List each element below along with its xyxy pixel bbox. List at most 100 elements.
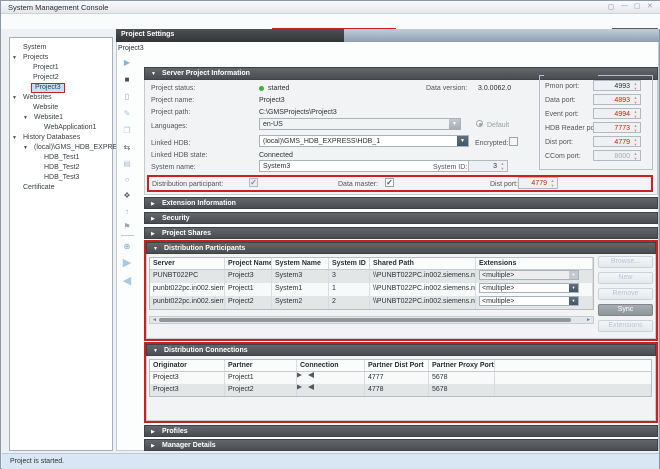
copy-project-icon[interactable]: ❐ [119, 126, 135, 136]
save-project-icon[interactable]: ▤ [119, 159, 135, 169]
tree-item-projects[interactable]: Projects [23, 53, 48, 63]
distribution-participant-checkbox[interactable]: ✓ [249, 178, 258, 187]
close-button[interactable]: ✕ [647, 2, 653, 10]
chevron-right-icon: ▶ [151, 443, 155, 449]
spinner-arrows-icon[interactable]: ▲▼ [632, 96, 639, 105]
start-website-icon[interactable]: ▶ [119, 257, 135, 269]
horizontal-scrollbar[interactable]: ◄ ► [149, 316, 594, 324]
scrollbar-thumb[interactable] [159, 318, 571, 322]
spinner-arrows-icon[interactable]: ▲▼ [549, 179, 556, 188]
spinner-arrows-icon[interactable]: ▲▼ [632, 138, 639, 147]
extensions-button[interactable]: Extensions [598, 320, 653, 332]
tab-project-settings[interactable]: Project Settings [116, 29, 344, 42]
tree-item-certificate[interactable]: Certificate [23, 183, 55, 193]
tree-item-hdb-test1[interactable]: HDB_Test1 [44, 153, 79, 163]
tree-item-hdb-test2[interactable]: HDB_Test2 [44, 163, 79, 173]
edit-project-icon[interactable]: ✎ [119, 109, 135, 119]
scroll-left-icon[interactable]: ◄ [152, 317, 157, 324]
tree-item-project3[interactable]: Project3 [31, 83, 65, 93]
column-header[interactable]: System ID [329, 258, 370, 269]
chevron-down-icon: ▼ [569, 271, 578, 279]
port-information-title: Port Information [544, 72, 598, 79]
tree-item-project1[interactable]: Project1 [33, 63, 59, 73]
tree-item-system[interactable]: System [23, 43, 46, 53]
column-header[interactable]: Project Name [225, 258, 272, 269]
column-header[interactable]: Connection [297, 360, 365, 371]
table-row[interactable]: Project3 Project2 4778 5678 [150, 384, 651, 396]
table-row[interactable]: punbt022pc.in002.siemens.net Project2 Sy… [150, 296, 593, 309]
table-row[interactable]: Project3 Project1 4777 5678 [150, 372, 651, 384]
tree-expander-icon[interactable]: ▼ [12, 53, 17, 63]
event-port-stepper[interactable]: 4994 ▲▼ [593, 108, 641, 119]
ccom-port-stepper[interactable]: 8000 ▲▼ [593, 150, 641, 161]
tree-item-hdb-test3[interactable]: HDB_Test3 [44, 173, 79, 183]
data-port-stepper[interactable]: 4893 ▲▼ [593, 94, 641, 105]
spinner-arrows-icon[interactable]: ▲▼ [632, 110, 639, 119]
tree-item-project2[interactable]: Project2 [33, 73, 59, 83]
minimize-button[interactable]: — [621, 2, 628, 9]
section-header-project-shares[interactable]: ▶ Project Shares [144, 227, 658, 239]
dist-port-info-stepper[interactable]: 4779 ▲▼ [593, 136, 641, 147]
column-header[interactable]: Extensions [476, 258, 593, 269]
default-language-radio[interactable] [476, 120, 483, 127]
tree-item-gms-hdb-express[interactable]: (local)\GMS_HDB_EXPRESS [34, 143, 127, 153]
data-master-checkbox[interactable]: ✓ [385, 178, 394, 187]
link-hdb-icon[interactable]: ⇆ [119, 143, 135, 153]
project-device-icon[interactable]: ▯ [119, 92, 135, 102]
stop-website-icon[interactable]: ◀ [119, 275, 135, 287]
spinner-arrows-icon[interactable]: ▲▼ [632, 152, 639, 161]
tree-expander-icon[interactable]: ▼ [23, 143, 28, 153]
system-id-stepper[interactable]: 3 ▲▼ [468, 160, 508, 172]
section-header-extension-information[interactable]: ▶ Extension Information [144, 197, 658, 209]
languages-dropdown[interactable]: en-US ▼ [259, 118, 461, 130]
extensions-value: <multiple> [482, 285, 514, 292]
encrypted-checkbox[interactable] [509, 137, 518, 146]
dist-port-stepper[interactable]: 4779 ▲▼ [518, 177, 558, 189]
linked-hdb-dropdown[interactable]: (local)\GMS_HDB_EXPRESS\HDB_1 ▼ [259, 135, 469, 147]
tree-expander-icon[interactable]: ▼ [12, 93, 17, 103]
column-header[interactable]: System Name [272, 258, 329, 269]
extensions-dropdown[interactable]: <multiple> ▼ [479, 296, 579, 306]
tree-item-website[interactable]: Website [33, 103, 58, 113]
pin-icon[interactable]: ⚑ [119, 222, 135, 232]
section-header-manager-details[interactable]: ▶ Manager Details [144, 439, 658, 451]
column-header[interactable]: Partner [225, 360, 297, 371]
section-header-profiles[interactable]: ▶ Profiles [144, 425, 658, 437]
extensions-dropdown[interactable]: <multiple> ▼ [479, 270, 579, 280]
section-header-distribution-connections[interactable]: ▼ Distribution Connections [146, 344, 656, 356]
tree-item-history-databases[interactable]: History Databases [23, 133, 80, 143]
scroll-right-icon[interactable]: ► [586, 317, 591, 324]
spinner-arrows-icon[interactable]: ▲▼ [499, 162, 506, 171]
table-row[interactable]: punbt022pc.in002.siemens.net Project1 Sy… [150, 283, 593, 296]
add-icon[interactable]: ⊕ [119, 242, 135, 252]
column-header[interactable]: Server [150, 258, 225, 269]
table-row[interactable]: PUNBT022PC Project3 System3 3 \\PUNBT022… [150, 270, 593, 283]
tree-expander-icon[interactable]: ▼ [23, 113, 28, 123]
column-header[interactable]: Partner Dist Port [365, 360, 429, 371]
spinner-arrows-icon[interactable]: ▲▼ [632, 124, 639, 133]
new-button[interactable]: New [598, 272, 653, 284]
extensions-dropdown[interactable]: <multiple> ▼ [479, 283, 579, 293]
cell-system-id: 3 [329, 270, 370, 283]
section-header-security[interactable]: ▶ Security [144, 212, 658, 224]
column-header[interactable]: Originator [150, 360, 225, 371]
sync-button[interactable]: Sync [598, 304, 653, 316]
restore-project-icon[interactable]: ○ [119, 175, 135, 185]
start-project-icon[interactable]: ▶ [119, 58, 135, 68]
section-header-distribution-participants[interactable]: ▼ Distribution Participants [146, 242, 656, 254]
column-header[interactable]: Shared Path [370, 258, 476, 269]
browse-button[interactable]: Browse... [598, 256, 653, 268]
upgrade-project-icon[interactable]: ↑ [119, 207, 135, 217]
tree-item-website1[interactable]: Website1 [34, 113, 63, 123]
column-header[interactable]: Partner Proxy Port [429, 360, 495, 371]
stop-project-icon[interactable]: ■ [119, 75, 135, 85]
spinner-arrows-icon[interactable]: ▲▼ [632, 82, 639, 91]
pmon-port-stepper[interactable]: 4993 ▲▼ [593, 80, 641, 91]
tree-item-webapplication1[interactable]: WebApplication1 [44, 123, 96, 133]
hdb-reader-port-stepper[interactable]: 7773 ▲▼ [593, 122, 641, 133]
tree-expander-icon[interactable]: ▼ [12, 133, 17, 143]
tree-item-websites[interactable]: Websites [23, 93, 52, 103]
distribution-icon[interactable]: ❖ [119, 191, 135, 201]
remove-button[interactable]: Remove [598, 288, 653, 300]
maximize-button[interactable]: ▢ [634, 2, 641, 10]
